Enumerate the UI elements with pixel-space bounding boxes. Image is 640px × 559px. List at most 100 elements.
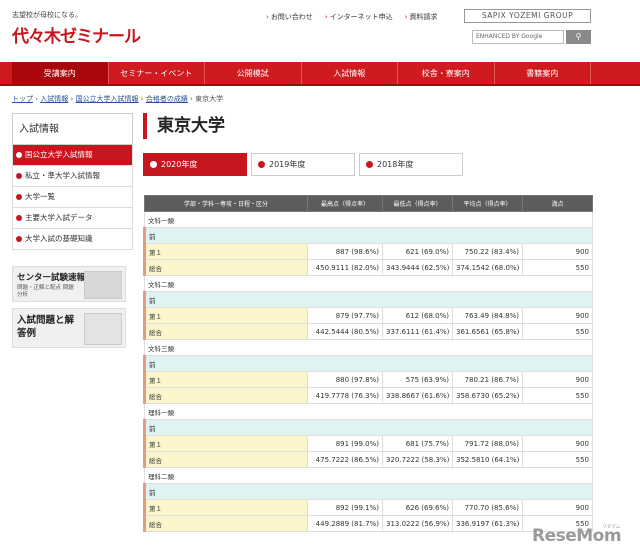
nav-item-books[interactable]: 書籍案内: [495, 62, 591, 84]
section-row: 文科三類: [144, 339, 593, 356]
table-row: 第１ 880 (97.8%) 575 (63.9%) 780.21 (86.7%) 90…: [143, 371, 593, 388]
full-score-cell: 550: [522, 387, 593, 404]
breadcrumb-sep: ›: [35, 95, 39, 103]
min-score-cell: 612 (68.0%): [382, 307, 453, 324]
nav-item-exam-info[interactable]: 入試情報: [302, 62, 398, 84]
schedule-label: 前: [143, 355, 593, 372]
sidebar-item-basics[interactable]: 大学入試の基礎知識: [12, 229, 133, 250]
full-score-cell: 900: [522, 435, 593, 452]
site-logo[interactable]: 代々木ゼミナール: [12, 22, 141, 47]
section-row: 文科一類: [144, 211, 593, 228]
sidebar-item-major-data[interactable]: 主要大学入試データ: [12, 208, 133, 229]
schedule-label: 前: [143, 227, 593, 244]
nav-item-campus[interactable]: 校舎・寮案内: [398, 62, 495, 84]
banner-subtitle: 問題・正解と配点 問題分析: [17, 285, 74, 298]
min-score-cell: 313.0222 (56.9%): [382, 515, 453, 532]
breadcrumb-results[interactable]: 合格者の成績: [146, 95, 188, 103]
avg-score-cell: 336.9197 (61.3%): [452, 515, 523, 532]
nav-item-course[interactable]: 受講案内: [12, 62, 109, 84]
bullet-icon: [366, 161, 373, 168]
max-score-cell: 442.5444 (80.5%): [307, 323, 383, 340]
nav-item-mock-exam[interactable]: 公開模試: [205, 62, 302, 84]
bullet-icon: [16, 152, 22, 158]
row-label: 総合: [143, 387, 308, 404]
sidebar-item-university-list[interactable]: 大学一覧: [12, 187, 133, 208]
section-row: 文科二類: [144, 275, 593, 292]
contact-link[interactable]: › お問い合わせ: [266, 12, 313, 22]
full-score-cell: 550: [522, 323, 593, 340]
schedule-row: 前: [143, 483, 593, 500]
table-header-row: 学部・学科－専攻・日程・区分 最高点（得点率） 最低点（得点率） 平均点（得点率…: [144, 195, 593, 212]
avg-score-cell: 358.6730 (65.2%): [452, 387, 523, 404]
center-exam-banner[interactable]: センター試験速報 問題・正解と配点 問題分析: [12, 266, 126, 302]
max-score-cell: 891 (99.0%): [307, 435, 383, 452]
min-score-cell: 338.8667 (61.6%): [382, 387, 453, 404]
avg-score-cell: 374.1542 (68.0%): [452, 259, 523, 276]
section-row: 理科二類: [144, 467, 593, 484]
bullet-icon: [258, 161, 265, 168]
max-score-cell: 450.9111 (82.0%): [307, 259, 383, 276]
row-label: 第１: [143, 371, 308, 388]
row-label: 総合: [143, 451, 308, 468]
max-score-cell: 879 (97.7%): [307, 307, 383, 324]
schedule-label: 前: [143, 483, 593, 500]
schedule-label: 前: [143, 291, 593, 308]
tab-2019[interactable]: 2019年度: [251, 153, 355, 176]
schedule-label: 前: [143, 419, 593, 436]
section-name: 理科二類: [144, 467, 593, 484]
bullet-icon: [16, 194, 22, 200]
breadcrumb-exam-info[interactable]: 入試情報: [40, 95, 68, 103]
arrow-icon: ›: [404, 13, 408, 21]
group-link[interactable]: SAPIX YOZEMI GROUP: [464, 9, 591, 23]
bullet-icon: [16, 236, 22, 242]
tab-2020[interactable]: 2020年度: [143, 153, 247, 176]
avg-score-cell: 763.49 (84.8%): [452, 307, 523, 324]
main-nav: 受講案内 セミナー・イベント 公開模試 入試情報 校舎・寮案内 書籍案内: [0, 62, 640, 86]
net-apply-link[interactable]: › インターネット申込: [325, 12, 393, 22]
bullet-icon: [16, 173, 22, 179]
sidebar-item-private[interactable]: 私立・準大学入試情報: [12, 166, 133, 187]
breadcrumb-top[interactable]: トップ: [12, 95, 33, 103]
table-row: 総合 449.2889 (81.7%) 313.0222 (56.9%) 336.91…: [143, 515, 593, 532]
tagline: 志望校が母校になる。: [12, 11, 82, 19]
avg-score-cell: 770.70 (85.6%): [452, 499, 523, 516]
table-row: 第１ 887 (98.6%) 621 (69.0%) 750.22 (83.4%) 90…: [143, 243, 593, 260]
schedule-row: 前: [143, 355, 593, 372]
min-score-cell: 621 (69.0%): [382, 243, 453, 260]
year-tabs: 2020年度 2019年度 2018年度: [143, 153, 463, 176]
avg-score-cell: 750.22 (83.4%): [452, 243, 523, 260]
table-row: 総合 442.5444 (80.5%) 337.6111 (61.4%) 361.65…: [143, 323, 593, 340]
exam-problems-banner[interactable]: 入試問題と解答例: [12, 308, 126, 348]
breadcrumb-sep: ›: [190, 95, 193, 103]
sidebar-item-national[interactable]: 国公立大学入試情報: [12, 145, 133, 166]
full-score-cell: 900: [522, 499, 593, 516]
max-score-cell: 887 (98.6%): [307, 243, 383, 260]
search-input[interactable]: ENHANCED BY Google: [472, 30, 564, 44]
avg-score-cell: 791.72 (88.0%): [452, 435, 523, 452]
schedule-row: 前: [143, 291, 593, 308]
breadcrumb: トップ › 入試情報 › 国公立大学入試情報 › 合格者の成績 › 東京大学: [12, 94, 223, 104]
min-score-cell: 626 (69.6%): [382, 499, 453, 516]
nav-item-seminar[interactable]: セミナー・イベント: [109, 62, 205, 84]
max-score-cell: 880 (97.8%): [307, 371, 383, 388]
schedule-row: 前: [143, 419, 593, 436]
brochure-link[interactable]: › 資料請求: [405, 12, 438, 22]
sidebar-title: 入試情報: [12, 113, 133, 145]
table-row: 第１ 879 (97.7%) 612 (68.0%) 763.49 (84.8%) 90…: [143, 307, 593, 324]
col-header-department: 学部・学科－専攻・日程・区分: [144, 195, 308, 212]
top-links: › お問い合わせ › インターネット申込 › 資料請求: [266, 12, 437, 22]
table-row: 総合 419.7778 (76.3%) 338.8667 (61.6%) 358.67…: [143, 387, 593, 404]
min-score-cell: 575 (63.9%): [382, 371, 453, 388]
bullet-icon: [150, 161, 157, 168]
sidebar: 入試情報 国公立大学入試情報 私立・準大学入試情報 大学一覧 主要大学入試データ…: [12, 113, 133, 348]
schedule-row: 前: [143, 227, 593, 244]
resemom-watermark: ReseMom リセマム: [532, 524, 622, 546]
section-name: 文科三類: [144, 339, 593, 356]
tab-2018[interactable]: 2018年度: [359, 153, 463, 176]
banner-title: 入試問題と解答例: [17, 315, 75, 339]
min-score-cell: 320.7222 (58.3%): [382, 451, 453, 468]
bullet-icon: [16, 215, 22, 221]
min-score-cell: 343.9444 (62.5%): [382, 259, 453, 276]
breadcrumb-national[interactable]: 国公立大学入試情報: [76, 95, 139, 103]
search-button[interactable]: ⚲: [566, 30, 591, 44]
